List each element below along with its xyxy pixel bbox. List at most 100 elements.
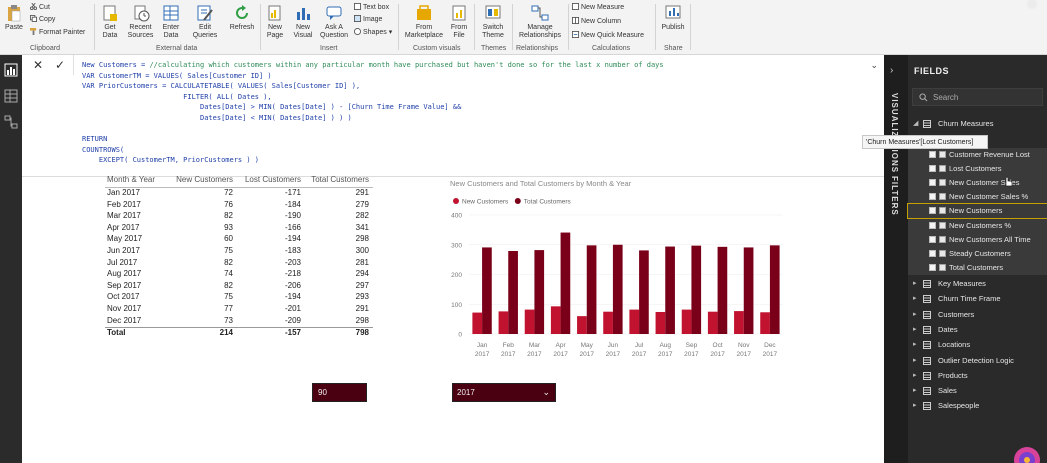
- field-measure-new-customer-sales-[interactable]: New Customer Sales %: [908, 190, 1047, 205]
- checkbox[interactable]: [929, 263, 936, 271]
- filters-pane-tab[interactable]: FILTERS: [890, 176, 899, 216]
- bar-total-customers: [665, 246, 675, 334]
- checkbox[interactable]: [929, 221, 936, 229]
- field-table-key-measures[interactable]: ▸ Key Measures: [908, 277, 1047, 291]
- days-slicer-value: 90: [318, 388, 327, 397]
- glow-dot-icon: [1027, 0, 1037, 9]
- x-tick-label: Mar: [529, 342, 541, 349]
- edit-queries-icon: [197, 5, 213, 21]
- data-view-icon[interactable]: [4, 89, 18, 103]
- chevron-down-icon: ⌄: [542, 387, 550, 397]
- field-table-churn-measures[interactable]: ◢ Churn Measures: [908, 117, 1047, 131]
- chevron-right-icon: ▸: [913, 280, 917, 287]
- get-data-label: Get Data: [102, 24, 118, 39]
- field-table-outlier-detection-logic[interactable]: ▸ Outlier Detection Logic: [908, 354, 1047, 368]
- x-tick-label: 2017: [501, 351, 516, 358]
- new-page-button[interactable]: New Page: [263, 4, 287, 40]
- table-cell: 279: [355, 199, 369, 209]
- bar-new-customers: [681, 309, 692, 334]
- field-table-locations[interactable]: ▸ Locations: [908, 338, 1047, 352]
- new-visual-button[interactable]: New Visual: [290, 4, 316, 40]
- copy-button[interactable]: Copy: [30, 15, 55, 24]
- checkbox[interactable]: [929, 235, 936, 243]
- bar-total-customers: [586, 245, 597, 334]
- paste-button[interactable]: Paste: [3, 4, 25, 32]
- customers-bar-chart[interactable]: New Customers and Total Customers by Mon…: [447, 175, 787, 365]
- image-button[interactable]: Image: [354, 15, 382, 24]
- field-table-label: Churn Measures: [938, 119, 994, 128]
- table-cell: 72: [224, 188, 233, 197]
- refresh-button[interactable]: Refresh: [228, 4, 256, 32]
- separator: [94, 4, 95, 50]
- field-table-label: Sales: [938, 386, 957, 396]
- checkbox[interactable]: [929, 179, 936, 187]
- edit-queries-button[interactable]: Edit Queries: [190, 4, 220, 40]
- table-cell: Oct 2017: [107, 292, 140, 302]
- manage-relationships-button[interactable]: Manage Relationships: [516, 4, 564, 40]
- window-control[interactable]: [1022, 0, 1042, 14]
- chevron-down-icon[interactable]: ⌄: [870, 60, 878, 71]
- year-slicer[interactable]: 2017 ⌄: [452, 383, 556, 402]
- checkbox[interactable]: [929, 151, 936, 158]
- new-measure-button[interactable]: New Measure: [572, 3, 624, 12]
- bar-new-customers: [472, 312, 483, 334]
- field-table-customers[interactable]: ▸ Customers: [908, 308, 1047, 322]
- dax-formula-bar[interactable]: ✕ ✓ New Customers = //calculating which …: [22, 55, 884, 177]
- visualizations-pane-tab[interactable]: VISUALIZATIONS: [890, 93, 899, 173]
- checkbox[interactable]: [929, 207, 936, 215]
- field-measure-customer-revenue-lost[interactable]: Customer Revenue Lost: [908, 148, 1047, 162]
- x-tick-label: Jul: [635, 342, 644, 349]
- ask-question-button[interactable]: Ask A Question: [318, 4, 350, 40]
- checkbox[interactable]: [929, 165, 936, 173]
- shapes-button[interactable]: Shapes ▾: [354, 28, 392, 37]
- ribbon: Paste Cut Copy Format Painter Get Data R…: [0, 0, 1047, 55]
- cancel-formula-button[interactable]: ✕: [33, 58, 43, 72]
- from-marketplace-button[interactable]: From Marketplace: [402, 4, 446, 40]
- from-file-button[interactable]: From File: [448, 4, 470, 40]
- model-view-icon[interactable]: [4, 115, 18, 129]
- formula-editor[interactable]: New Customers = //calculating which cust…: [82, 60, 872, 166]
- measure-icon: [939, 151, 946, 158]
- measure-icon: [939, 221, 946, 229]
- table-cell: Jul 2017: [107, 257, 138, 267]
- customers-table[interactable]: Month & Year New Customers Lost Customers T…: [105, 175, 373, 339]
- commit-formula-button[interactable]: ✓: [55, 58, 65, 72]
- enter-data-button[interactable]: Enter Data: [158, 4, 184, 40]
- field-measure-total-customers[interactable]: Total Customers: [908, 260, 1047, 275]
- cut-button[interactable]: Cut: [30, 3, 50, 12]
- quick-measure-icon: [572, 31, 579, 38]
- fields-search-input[interactable]: Search: [912, 88, 1043, 106]
- clipboard-icon: [8, 5, 21, 22]
- days-slicer[interactable]: 90: [312, 383, 367, 402]
- switch-theme-button[interactable]: Switch Theme: [478, 4, 508, 40]
- field-measure-lost-customers[interactable]: Lost Customers: [908, 162, 1047, 177]
- field-table-churn-time-frame[interactable]: ▸ Churn Time Frame: [908, 292, 1047, 306]
- field-measure-new-customer-sales[interactable]: New Customer Sales: [908, 176, 1047, 191]
- new-quick-measure-label: New Quick Measure: [581, 32, 645, 39]
- table-cell: 341: [355, 222, 369, 232]
- field-measure-steady-customers[interactable]: Steady Customers: [908, 246, 1047, 261]
- table-cell: Month & Year: [107, 175, 156, 184]
- get-data-button[interactable]: Get Data: [98, 4, 122, 40]
- checkbox[interactable]: [929, 193, 936, 201]
- recent-sources-button[interactable]: Recent Sources: [124, 4, 157, 40]
- field-measure-label: Customer Revenue Lost: [949, 150, 1030, 159]
- field-table-salespeople[interactable]: ▸ Salespeople: [908, 399, 1047, 413]
- report-view-icon[interactable]: [4, 63, 18, 77]
- field-table-dates[interactable]: ▸ Dates: [908, 323, 1047, 337]
- chevron-left-icon[interactable]: ›: [890, 65, 893, 76]
- field-measure-new-customers-[interactable]: New Customers %: [908, 218, 1047, 233]
- table-icon: [923, 120, 931, 128]
- publish-button[interactable]: Publish: [659, 4, 687, 32]
- field-measure-new-customers-all-time[interactable]: New Customers All Time: [908, 232, 1047, 247]
- format-painter-button[interactable]: Format Painter: [30, 28, 85, 37]
- field-table-products[interactable]: ▸ Products: [908, 369, 1047, 383]
- checkbox[interactable]: [929, 249, 936, 257]
- new-column-button[interactable]: New Column: [572, 17, 621, 26]
- text-box-button[interactable]: Text box: [354, 3, 389, 12]
- new-quick-measure-button[interactable]: New Quick Measure: [572, 31, 644, 40]
- x-tick-label: 2017: [710, 351, 725, 358]
- field-measure-new-customers[interactable]: New Customers: [907, 203, 1047, 220]
- y-tick-label: 400: [451, 213, 462, 220]
- field-table-sales[interactable]: ▸ Sales: [908, 384, 1047, 398]
